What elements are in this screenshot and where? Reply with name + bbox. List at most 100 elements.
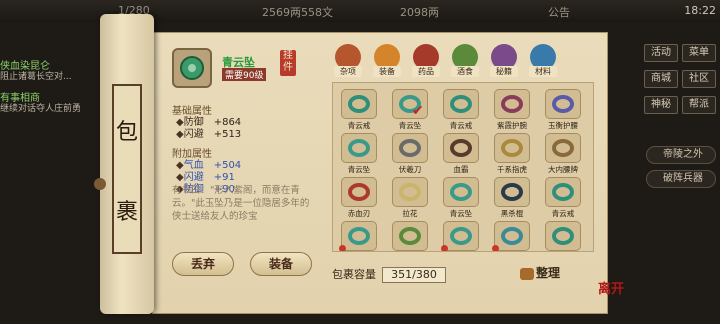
base-attr: ◆闪避 +513 [176, 129, 242, 140]
inventory-slot[interactable] [388, 219, 432, 251]
bag-title: 包 裹 [112, 84, 142, 254]
inventory-slot[interactable]: 伏羲刀 [388, 131, 432, 174]
item-name-label: 拉花 [402, 209, 418, 218]
logo: 离开 [598, 282, 625, 297]
item-type-badge: 挂件 [280, 50, 296, 76]
inventory-grid: 青云戒 ✔ 青云坠 青云戒 紫霞护腕 玉衡护腰 青云坠 伏羲刀 血霸 千系指虎 大内腰牌 赤血刃 拉花青… [332, 82, 594, 252]
item-icon [341, 89, 377, 119]
inventory-slot[interactable]: ✔ 青云坠 [388, 87, 432, 130]
tab-label: 装备 [373, 66, 401, 77]
inventory-slot[interactable]: 大内腰牌 [541, 131, 585, 174]
sort-button[interactable]: 整理 [520, 264, 560, 281]
inventory-slot[interactable] [490, 219, 534, 251]
item-icon [443, 221, 479, 251]
inventory-slot[interactable]: 青云戒 [337, 87, 381, 130]
inventory-slot[interactable] [337, 219, 381, 251]
inventory-slot[interactable] [541, 219, 585, 251]
capacity-value: 351/380 [382, 267, 446, 283]
tab-label: 药品 [412, 66, 440, 77]
selected-item-icon [172, 48, 212, 88]
item-icon [392, 177, 428, 207]
inventory-slot[interactable]: 拉花 [388, 175, 432, 218]
item-name-label: 千系指虎 [497, 165, 527, 174]
item-name-label: 青云戒 [347, 121, 371, 130]
inventory-slot[interactable] [439, 219, 483, 251]
item-name-label: 伏羲刀 [398, 165, 422, 174]
tab-0[interactable]: 杂项 [334, 44, 362, 84]
item-icon [392, 133, 428, 163]
quest-tag[interactable]: 帝陵之外 [646, 146, 716, 164]
new-item-dot [492, 245, 499, 251]
tab-label: 材料 [529, 66, 557, 77]
item-name-label: 大内腰牌 [548, 165, 578, 174]
quest-title[interactable]: 侠血染昆仑 [0, 57, 110, 72]
inventory-slot[interactable]: 青云坠 [439, 175, 483, 218]
item-name-label: 青云坠 [449, 209, 473, 218]
item-icon [494, 177, 530, 207]
item-icon [341, 221, 377, 251]
item-name-label: 青云戒 [551, 209, 575, 218]
item-icon [545, 177, 581, 207]
inventory-slot[interactable]: 玉衡护腰 [541, 87, 585, 130]
bag-icon [520, 267, 534, 280]
item-name-label: 赤血刃 [347, 209, 371, 218]
item-name-label: 青云坠 [347, 165, 371, 174]
item-name-label: 玉衡护腰 [548, 121, 578, 130]
quest-panel: 侠血染昆仑 阻止诸葛长空对... 有事相商 继续对话夺人庄前勇 [0, 55, 110, 145]
extra-attr-title: 附加属性 [172, 149, 212, 160]
activity-button[interactable]: 活动 [644, 44, 678, 62]
item-icon [443, 89, 479, 119]
mystery-button[interactable]: 神秘 [644, 96, 678, 114]
tab-label: 秘籍 [490, 66, 518, 77]
tab-label: 酒食 [451, 66, 479, 77]
item-icon [341, 133, 377, 163]
item-attributes: 基础属性 ◆防御 +864 ◆闪避 +513 附加属性 ◆气血 +504 ◆闪避 +91… [172, 100, 241, 196]
inventory-slot[interactable]: 血霸 [439, 131, 483, 174]
guild-button[interactable]: 帮派 [682, 96, 716, 114]
quest-desc: 阻止诸葛长空对... [0, 72, 72, 82]
item-icon [443, 177, 479, 207]
quest-title[interactable]: 有事相商 [0, 89, 110, 104]
item-icon [494, 133, 530, 163]
community-button[interactable]: 社区 [682, 70, 716, 88]
item-icon [341, 177, 377, 207]
item-icon [494, 221, 530, 251]
inventory-slot[interactable]: 黑杀棍 [490, 175, 534, 218]
item-name-label: 血霸 [453, 165, 469, 174]
selected-check-icon: ✔ [412, 103, 424, 119]
inventory-slot[interactable]: 青云戒 [541, 175, 585, 218]
equip-button[interactable]: 装备 [250, 252, 312, 276]
new-item-dot [441, 245, 448, 251]
knob-icon [94, 178, 106, 190]
item-icon [392, 221, 428, 251]
inventory-slot[interactable]: 青云坠 [337, 131, 381, 174]
inventory-slot[interactable]: 千系指虎 [490, 131, 534, 174]
discard-button[interactable]: 丢弃 [172, 252, 234, 276]
new-item-dot [339, 245, 346, 251]
quest-tag[interactable]: 破阵兵器 [646, 170, 716, 188]
tab-4[interactable]: 秘籍 [490, 44, 518, 84]
tab-3[interactable]: 酒食 [451, 44, 479, 84]
item-icon [494, 89, 530, 119]
inventory-slot[interactable]: 紫霞护腕 [490, 87, 534, 130]
tab-label: 杂项 [334, 66, 362, 77]
tab-5[interactable]: 材料 [529, 44, 557, 84]
item-icon [545, 221, 581, 251]
shop-button[interactable]: 商城 [644, 70, 678, 88]
menu-button[interactable]: 菜单 [682, 44, 716, 62]
item-description: 有书曰："形入紫阁，而意在青云。"此玉坠乃是一位隐居多年的侠士送给友人的珍宝 [172, 185, 310, 222]
tab-2[interactable]: 药品 [412, 44, 440, 84]
item-name-label: 青云戒 [449, 121, 473, 130]
tab-1[interactable]: 装备 [373, 44, 401, 84]
item-name-label: 紫霞护腕 [497, 121, 527, 130]
inventory-slot[interactable]: 青云戒 [439, 87, 483, 130]
item-name-label: 青云坠 [398, 121, 422, 130]
inventory-slot[interactable]: 赤血刃 [337, 175, 381, 218]
scroll-roller: 包 裹 [94, 14, 154, 314]
item-icon [545, 89, 581, 119]
item-icon [545, 133, 581, 163]
extra-attr: ◆闪避 +91 [176, 172, 235, 183]
base-attr-title: 基础属性 [172, 106, 212, 117]
jade-pendant-icon [180, 56, 204, 80]
clock: 18:22 [684, 4, 716, 17]
